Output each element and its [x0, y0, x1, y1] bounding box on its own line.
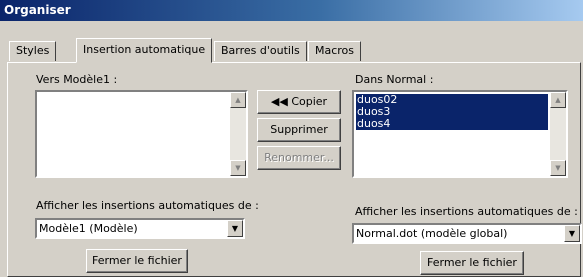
right-list[interactable]: duos02 duos3 duos4 ▲ ▼: [352, 90, 568, 178]
right-source-select[interactable]: Normal.dot (modèle global) ▼: [352, 223, 582, 244]
left-source-value: Modèle1 (Modèle): [39, 222, 138, 235]
dropdown-arrow-icon[interactable]: ▼: [227, 220, 243, 237]
left-list-scrollbar[interactable]: ▲ ▼: [230, 92, 246, 176]
scroll-up-arrow-icon[interactable]: ▲: [230, 92, 246, 108]
left-source-select[interactable]: Modèle1 (Modèle) ▼: [35, 218, 245, 239]
left-show-label: Afficher les insertions automatiques de …: [36, 199, 259, 212]
tab-insertion-automatique[interactable]: Insertion automatique: [76, 38, 213, 63]
tab-styles-label: Styles: [16, 44, 50, 57]
window-title: Organiser: [4, 3, 71, 17]
scroll-up-arrow-icon[interactable]: ▲: [550, 92, 566, 108]
scroll-down-arrow-icon[interactable]: ▼: [230, 160, 246, 176]
tab-macros[interactable]: Macros: [308, 41, 362, 61]
dropdown-arrow-icon[interactable]: ▼: [564, 225, 580, 242]
scroll-down-arrow-icon[interactable]: ▼: [550, 160, 566, 176]
copy-button[interactable]: ◀◀ Copier: [257, 90, 341, 114]
left-list[interactable]: ▲ ▼: [35, 90, 248, 178]
right-show-label: Afficher les insertions automatiques de …: [355, 205, 578, 218]
tab-barres-outils[interactable]: Barres d'outils: [214, 41, 307, 61]
left-list-label: Vers Modèle1 :: [36, 73, 118, 86]
delete-button[interactable]: Supprimer: [257, 118, 341, 142]
right-source-value: Normal.dot (modèle global): [356, 227, 508, 240]
rename-button[interactable]: Renommer...: [257, 146, 341, 170]
tab-insertion-automatique-label: Insertion automatique: [83, 43, 206, 56]
right-close-file-button[interactable]: Fermer le fichier: [420, 251, 524, 275]
list-item[interactable]: duos4: [356, 118, 548, 130]
tab-macros-label: Macros: [315, 44, 355, 57]
right-list-scrollbar[interactable]: ▲ ▼: [550, 92, 566, 176]
tab-barres-outils-label: Barres d'outils: [221, 44, 300, 57]
right-list-label: Dans Normal :: [355, 73, 434, 86]
left-close-file-button[interactable]: Fermer le fichier: [86, 249, 188, 273]
title-bar: Organiser: [0, 0, 583, 21]
tab-styles[interactable]: Styles: [9, 41, 57, 61]
